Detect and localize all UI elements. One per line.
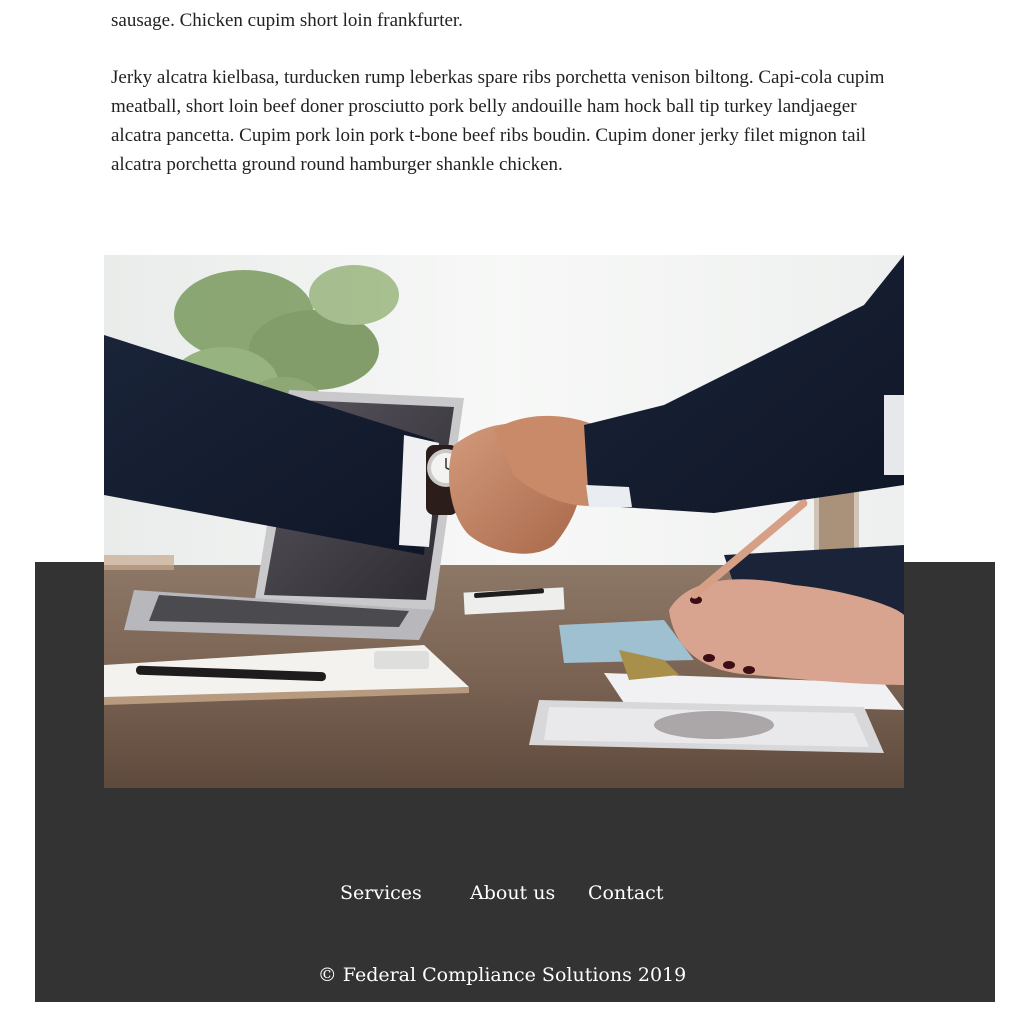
article-paragraph-partial: sausage. Chicken cupim short loin frankf…: [111, 10, 463, 31]
copyright-text: © Federal Compliance Solutions 2019: [317, 964, 687, 986]
article-paragraph: Jerky alcatra kielbasa, turducken rump l…: [111, 67, 885, 175]
page: sausage. Chicken cupim short loin frankf…: [0, 0, 1024, 1024]
handshake-illustration: [104, 255, 904, 788]
footer-link-services[interactable]: Services: [340, 882, 422, 904]
footer-link-contact[interactable]: Contact: [588, 882, 663, 904]
hero-image-handshake: [104, 255, 904, 788]
footer-link-about-us[interactable]: About us: [470, 882, 555, 904]
